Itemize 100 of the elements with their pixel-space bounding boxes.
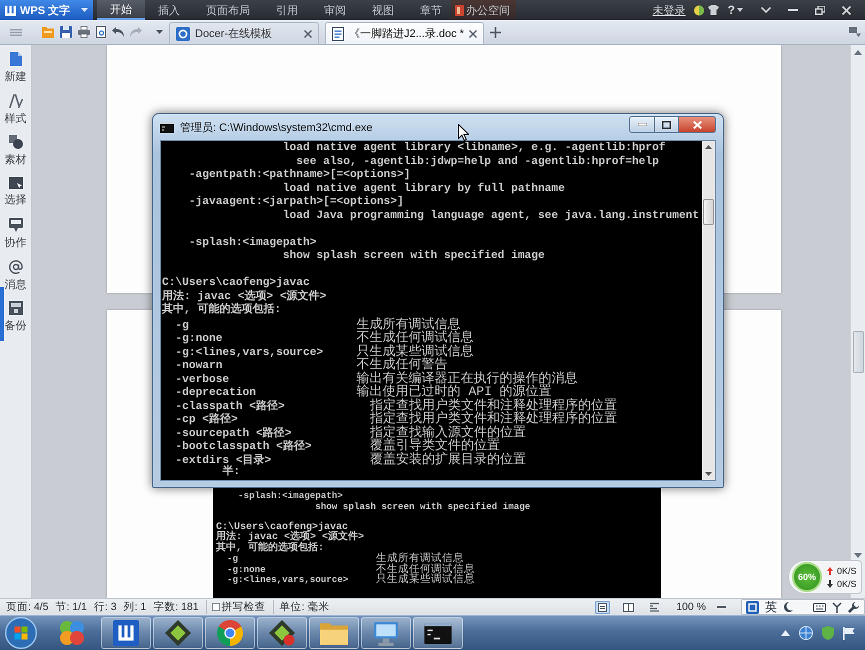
option-label: -g xyxy=(175,320,189,332)
moon-icon[interactable] xyxy=(783,602,793,612)
option-description: 不生成任何警告 xyxy=(356,357,448,372)
menu-tab[interactable]: 开始 xyxy=(97,0,145,20)
option-description: 指定查找输入源文件的位置 xyxy=(370,424,526,440)
scroll-up-icon[interactable] xyxy=(854,50,862,55)
keyboard-icon[interactable] xyxy=(813,602,826,612)
status-field: 列: 1 xyxy=(124,600,146,614)
checkbox-icon[interactable] xyxy=(212,603,220,611)
triangle-up-icon[interactable] xyxy=(781,630,790,636)
option-label: -nowarn xyxy=(175,360,222,372)
document-tab[interactable]: 《一脚踏进J2...录.doc * xyxy=(325,22,484,44)
box-dropdown-icon[interactable] xyxy=(849,27,861,37)
split-circle-icon[interactable] xyxy=(694,4,704,16)
flag-icon[interactable] xyxy=(843,626,855,640)
taskbar-button[interactable] xyxy=(153,617,203,649)
console-line: load Java programming language agent, see java.lang.instrument xyxy=(282,210,700,222)
minimize-button[interactable] xyxy=(629,116,655,133)
print-icon[interactable] xyxy=(78,26,90,38)
monitor-icon xyxy=(373,620,399,646)
sidebar-item[interactable]: 协作 xyxy=(0,216,31,258)
wrench-icon[interactable] xyxy=(848,602,859,612)
sidebar-item[interactable]: 备份 xyxy=(0,299,31,340)
save-icon[interactable] xyxy=(60,26,72,38)
globe-icon[interactable] xyxy=(799,626,813,640)
undo-icon[interactable] xyxy=(112,27,124,37)
tile-icon xyxy=(455,4,464,16)
shirt-icon[interactable] xyxy=(708,5,719,15)
menu-tab[interactable]: 引用 xyxy=(263,0,311,20)
scrollbar-thumb[interactable] xyxy=(852,331,864,373)
document-tab[interactable]: Docer-在线模板 xyxy=(169,22,319,44)
sidebar-item[interactable]: 消息 xyxy=(0,258,31,299)
close-icon[interactable] xyxy=(468,30,477,38)
download-rate: 0K/S xyxy=(837,578,857,588)
start-orb-icon[interactable] xyxy=(5,617,37,649)
console-line: load native agent library by full pathname xyxy=(282,182,565,194)
new-document-icon xyxy=(10,52,22,66)
vertical-scrollbar[interactable] xyxy=(702,141,715,480)
status-field: 行: 3 xyxy=(94,600,117,614)
menu-tab[interactable]: 页面布局 xyxy=(193,0,263,20)
option-description: 指定查找用户类文件和注释处理程序的位置 xyxy=(370,411,618,426)
option-label: -verbose xyxy=(175,374,230,386)
document-icon xyxy=(332,26,344,40)
maximize-icon xyxy=(662,120,671,128)
plus-icon[interactable] xyxy=(490,26,501,38)
grip-icon[interactable] xyxy=(10,28,22,36)
option-label: -g:<lines,vars,source> xyxy=(227,574,348,585)
taskbar-button[interactable] xyxy=(413,617,463,649)
print-preview-icon[interactable] xyxy=(96,26,106,38)
option-description: 只生成某些调试信息 xyxy=(376,574,475,586)
text-style-icon xyxy=(8,94,22,108)
console-line: C:\Users\caofeng>javac xyxy=(216,522,348,532)
spell-check-toggle[interactable]: 拼写检查 xyxy=(206,600,266,614)
input-mode-toggle[interactable]: 英 xyxy=(765,598,777,616)
comment-icon xyxy=(8,218,22,232)
diamond-app-icon xyxy=(165,620,191,646)
scrollbar-thumb[interactable] xyxy=(703,199,714,225)
option-description: 只生成某些调试信息 xyxy=(356,344,474,358)
page-view-icon[interactable] xyxy=(595,600,610,614)
scroll-down-icon[interactable] xyxy=(705,472,712,476)
four-circles-app-icon[interactable] xyxy=(59,620,85,646)
sidebar-item[interactable]: 素材 xyxy=(0,133,31,174)
option-description: 覆盖安装的扩展目录的位置 xyxy=(370,452,526,466)
restore-icon[interactable] xyxy=(815,6,825,14)
input-method-icon[interactable] xyxy=(746,600,759,614)
login-link[interactable]: 未登录 xyxy=(652,2,686,18)
taskbar-button[interactable] xyxy=(257,617,307,649)
fork-icon[interactable] xyxy=(832,602,842,612)
scroll-up-icon[interactable] xyxy=(705,145,712,149)
console-line: 其中, 可能的选项包括: xyxy=(216,542,324,554)
console-line: -splash:<imagepath> xyxy=(188,236,316,248)
sidebar-item[interactable]: 选择 xyxy=(0,174,31,216)
help-button[interactable]: ? xyxy=(728,3,743,17)
zoom-level[interactable]: 100 % xyxy=(676,601,706,613)
download-arrow-icon xyxy=(827,580,833,588)
outline-view-icon[interactable] xyxy=(621,600,636,614)
close-icon[interactable] xyxy=(304,30,312,38)
taskbar-button[interactable] xyxy=(101,617,151,649)
menu-tab[interactable]: 视图 xyxy=(359,0,407,20)
option-description: 输出使用已过时的 API 的源位置 xyxy=(356,384,552,399)
caret-icon[interactable] xyxy=(156,30,163,34)
sidebar-item[interactable]: 新建 xyxy=(0,50,31,92)
archive-icon xyxy=(8,301,22,315)
console-line: -agentpath:<pathname>[=<options>] xyxy=(188,169,410,181)
office-space-tab[interactable]: 办公空间 xyxy=(451,0,516,20)
scroll-down-icon[interactable] xyxy=(854,553,862,558)
option-description: 不生成任何调试信息 xyxy=(356,330,474,345)
menu-tab[interactable]: 审阅 xyxy=(311,0,359,20)
maximize-button[interactable] xyxy=(655,116,679,133)
console-icon xyxy=(160,122,174,132)
chevron-down-icon[interactable] xyxy=(761,7,771,13)
status-field: 节: 1/1 xyxy=(55,600,87,614)
close-button[interactable] xyxy=(679,116,716,133)
console-line: show splash screen with specified image xyxy=(315,500,530,512)
menu-tab[interactable]: 插入 xyxy=(145,0,193,20)
app-menu-button[interactable]: WPS 文字 xyxy=(0,0,93,20)
sidebar-item[interactable]: 样式 xyxy=(0,92,31,133)
console-line: 用法: javac <选项> <源文件> xyxy=(162,290,326,302)
shapes-icon xyxy=(8,135,22,149)
console-line: see also, -agentlib:jdwp=help and -agentlib:hprof=help xyxy=(296,156,659,168)
